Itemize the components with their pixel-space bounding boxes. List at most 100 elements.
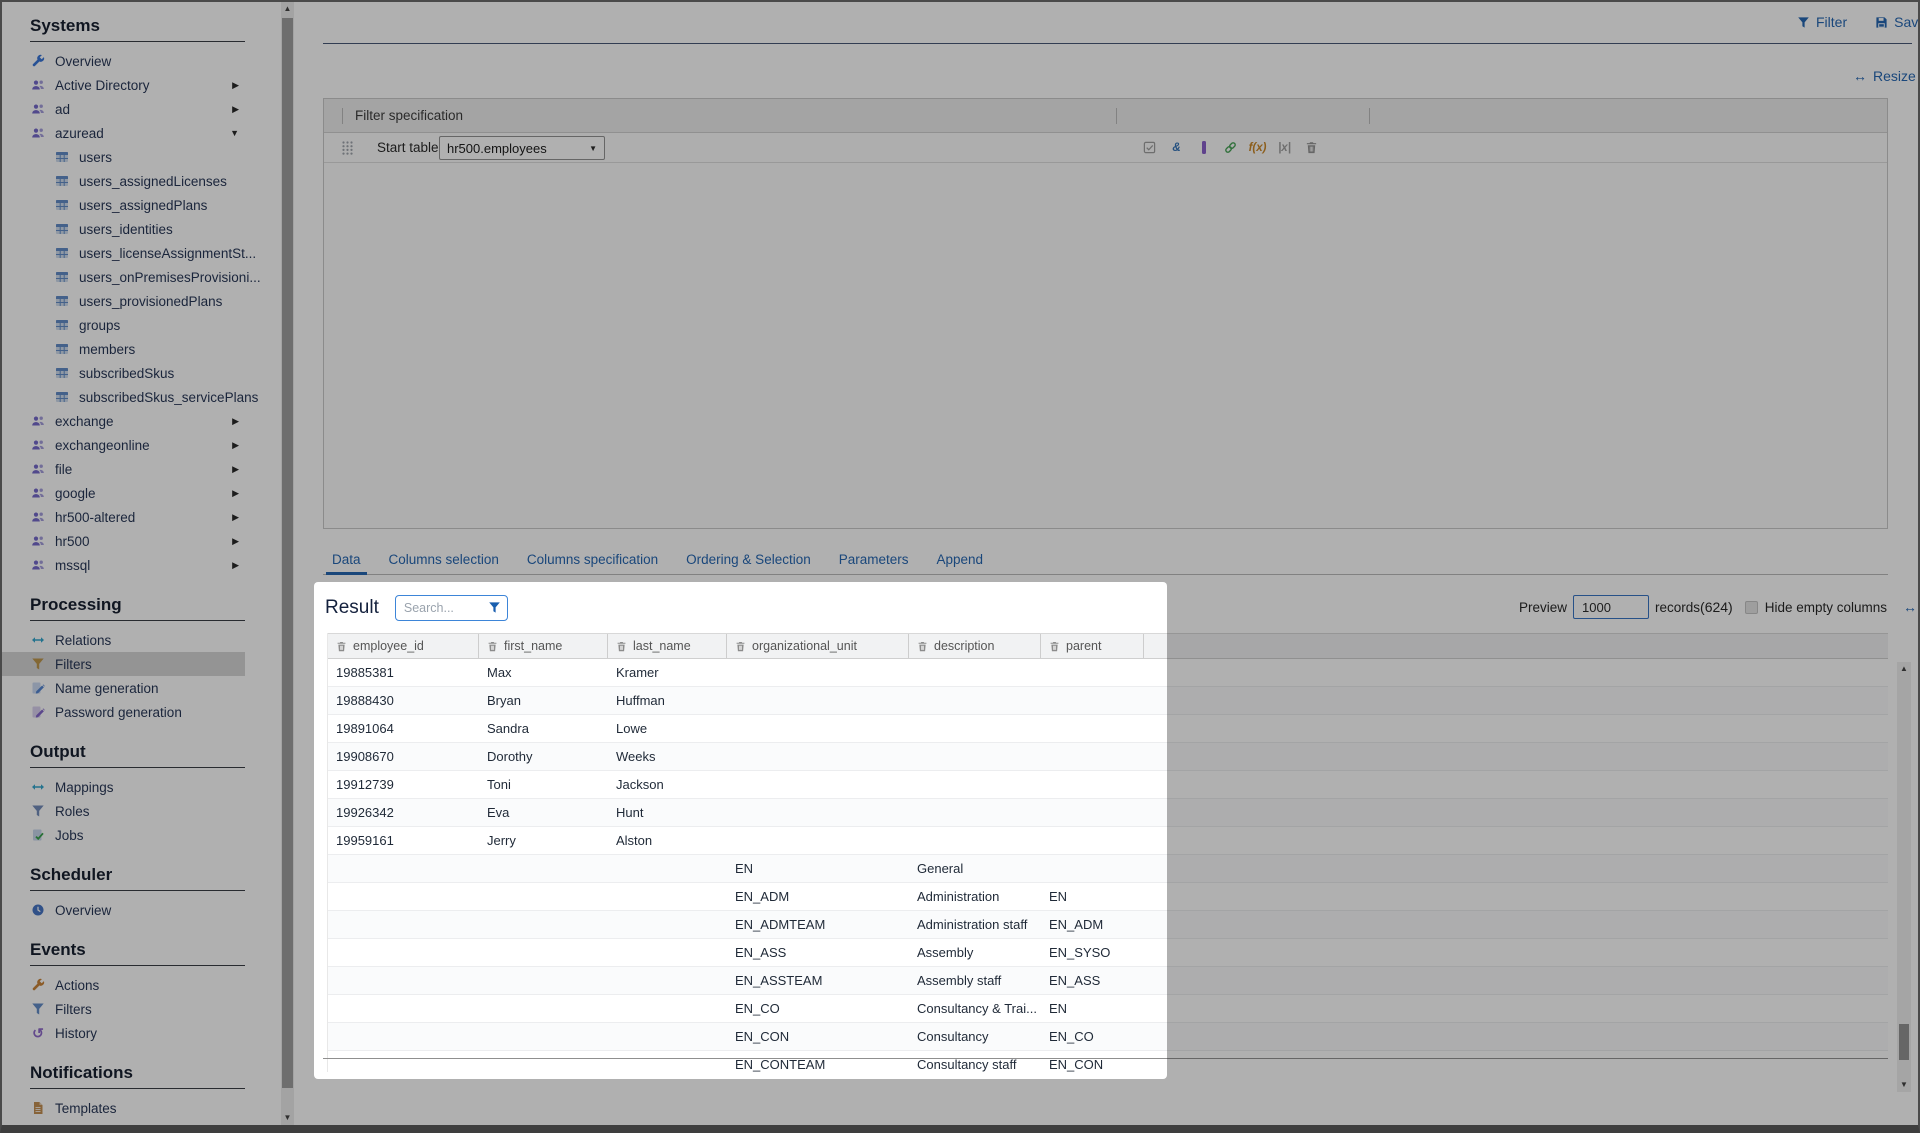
sidebar-item-users-assignedplans[interactable]: users_assignedPlans [2, 193, 245, 217]
sidebar-item-name-generation[interactable]: Name generation [2, 676, 245, 700]
table-row[interactable]: 19908670DorothyWeeks [328, 743, 1888, 771]
or-operator-icon[interactable] [1195, 139, 1212, 156]
search-filter-icon[interactable] [488, 601, 501, 614]
tab-columns-selection[interactable]: Columns selection [386, 548, 502, 574]
drag-handle-icon[interactable] [341, 140, 354, 156]
sidebar-item-users-licenseassignmentst[interactable]: users_licenseAssignmentSt... [2, 241, 245, 265]
sidebar-item-members[interactable]: members [2, 337, 245, 361]
column-header-organizational-unit[interactable]: organizational_unit [727, 634, 909, 658]
sidebar-item-ad[interactable]: ad▶ [2, 97, 245, 121]
scroll-down-icon[interactable]: ▼ [1897, 1078, 1911, 1092]
scroll-down-icon[interactable]: ▼ [281, 1111, 294, 1125]
chevron-right-icon[interactable]: ▶ [232, 512, 239, 523]
sidebar-scrollbar[interactable]: ▲ ▼ [281, 2, 294, 1125]
sidebar-item-active-directory[interactable]: Active Directory▶ [2, 73, 245, 97]
trash-icon[interactable] [917, 641, 928, 652]
trash-icon[interactable] [735, 641, 746, 652]
filter-button[interactable]: Filter [1797, 14, 1847, 30]
table-row[interactable]: 19959161JerryAlston [328, 827, 1888, 855]
table-row[interactable]: 19891064SandraLowe [328, 715, 1888, 743]
sidebar-item-subscribedskus[interactable]: subscribedSkus [2, 361, 245, 385]
checkbox-icon[interactable] [1141, 139, 1158, 156]
sidebar-item-mappings[interactable]: Mappings [2, 775, 245, 799]
chevron-right-icon[interactable]: ▶ [232, 80, 239, 91]
trash-icon[interactable] [616, 641, 627, 652]
table-row[interactable]: EN_ASSAssemblyEN_SYSO [328, 939, 1888, 967]
sidebar-item-groups[interactable]: groups [2, 313, 245, 337]
tab-ordering-selection[interactable]: Ordering & Selection [683, 548, 814, 574]
sidebar-item-overview[interactable]: Overview [2, 49, 245, 73]
trash-icon[interactable] [336, 641, 347, 652]
resize-table-button[interactable]: ↔ Resize [1903, 599, 1920, 615]
column-header-description[interactable]: description [909, 634, 1041, 658]
tab-data[interactable]: Data [329, 548, 364, 574]
chevron-right-icon[interactable]: ▶ [232, 536, 239, 547]
sidebar-item-exchange[interactable]: exchange▶ [2, 409, 245, 433]
table-row[interactable]: EN_ASSTEAMAssembly staffEN_ASS [328, 967, 1888, 995]
table-row[interactable]: 19912739ToniJackson [328, 771, 1888, 799]
scroll-up-icon[interactable]: ▲ [281, 2, 294, 16]
chevron-right-icon[interactable]: ▶ [232, 416, 239, 427]
table-row[interactable]: EN_COConsultancy & Trai...EN [328, 995, 1888, 1023]
chevron-right-icon[interactable]: ▶ [232, 104, 239, 115]
sidebar-item-password-generation[interactable]: Password generation [2, 700, 245, 724]
column-header-employee-id[interactable]: employee_id [328, 634, 479, 658]
trash-icon[interactable] [1049, 641, 1060, 652]
hide-empty-columns-checkbox[interactable] [1745, 601, 1758, 614]
resize-button[interactable]: ↔ Resize [1853, 68, 1916, 84]
table-row[interactable]: 19885381MaxKramer [328, 659, 1888, 687]
table-row[interactable]: EN_ADMTEAMAdministration staffEN_ADM [328, 911, 1888, 939]
tab-columns-specification[interactable]: Columns specification [524, 548, 661, 574]
table-row[interactable]: EN_CONTEAMConsultancy staffEN_CON [328, 1051, 1888, 1072]
chevron-right-icon[interactable]: ▶ [232, 560, 239, 571]
sidebar-item-mssql[interactable]: mssql▶ [2, 553, 245, 577]
sidebar-scrollbar-thumb[interactable] [282, 18, 293, 1088]
sidebar-item-hr500[interactable]: hr500▶ [2, 529, 245, 553]
sidebar-item-templates[interactable]: Templates [2, 1096, 245, 1120]
trash-icon[interactable] [1303, 139, 1320, 156]
table-row[interactable]: 19888430BryanHuffman [328, 687, 1888, 715]
function-icon[interactable]: f(x) [1249, 139, 1266, 156]
save-button[interactable]: Save [1875, 14, 1920, 30]
column-header-first-name[interactable]: first_name [479, 634, 608, 658]
sidebar-item-google[interactable]: google▶ [2, 481, 245, 505]
chevron-right-icon[interactable]: ▶ [232, 440, 239, 451]
column-header-parent[interactable]: parent [1041, 634, 1144, 658]
preview-count-input[interactable] [1573, 595, 1649, 619]
sidebar-item-hr500-altered[interactable]: hr500-altered▶ [2, 505, 245, 529]
sidebar-item-filters[interactable]: Filters [2, 652, 245, 676]
start-table-select[interactable]: hr500.employees ▼ [439, 136, 605, 160]
sidebar-item-users-onpremisesprovisioni[interactable]: users_onPremisesProvisioni... [2, 265, 245, 289]
sidebar-item-azuread[interactable]: azuread▼ [2, 121, 245, 145]
sidebar-item-history[interactable]: ↺History [2, 1021, 245, 1045]
and-operator-icon[interactable]: & [1168, 139, 1185, 156]
chevron-right-icon[interactable]: ▶ [232, 464, 239, 475]
table-scrollbar[interactable]: ▲ ▼ [1897, 662, 1911, 1092]
table-scrollbar-thumb[interactable] [1899, 1024, 1909, 1060]
link-icon[interactable] [1222, 139, 1239, 156]
chevron-right-icon[interactable]: ▶ [232, 488, 239, 499]
scroll-up-icon[interactable]: ▲ [1897, 662, 1911, 676]
tab-append[interactable]: Append [934, 548, 987, 574]
table-row[interactable]: EN_ADMAdministrationEN [328, 883, 1888, 911]
sidebar-item-file[interactable]: file▶ [2, 457, 245, 481]
sidebar-item-actions[interactable]: Actions [2, 973, 245, 997]
absolute-value-icon[interactable]: |x| [1276, 139, 1293, 156]
table-row[interactable]: EN_CONConsultancyEN_CO [328, 1023, 1888, 1051]
trash-icon[interactable] [487, 641, 498, 652]
sidebar-item-users-provisionedplans[interactable]: users_provisionedPlans [2, 289, 245, 313]
sidebar-item-users-identities[interactable]: users_identities [2, 217, 245, 241]
sidebar-item-relations[interactable]: Relations [2, 628, 245, 652]
sidebar-item-users[interactable]: users [2, 145, 245, 169]
chevron-down-icon[interactable]: ▼ [230, 128, 239, 138]
sidebar-item-roles[interactable]: Roles [2, 799, 245, 823]
sidebar-item-filters[interactable]: Filters [2, 997, 245, 1021]
sidebar-item-overview[interactable]: Overview [2, 898, 245, 922]
sidebar-item-users-assignedlicenses[interactable]: users_assignedLicenses [2, 169, 245, 193]
sidebar-item-exchangeonline[interactable]: exchangeonline▶ [2, 433, 245, 457]
tab-parameters[interactable]: Parameters [836, 548, 912, 574]
sidebar-item-subscribedskus-serviceplans[interactable]: subscribedSkus_servicePlans [2, 385, 245, 409]
sidebar-item-jobs[interactable]: Jobs [2, 823, 245, 847]
table-row[interactable]: 19926342EvaHunt [328, 799, 1888, 827]
table-row[interactable]: ENGeneral [328, 855, 1888, 883]
